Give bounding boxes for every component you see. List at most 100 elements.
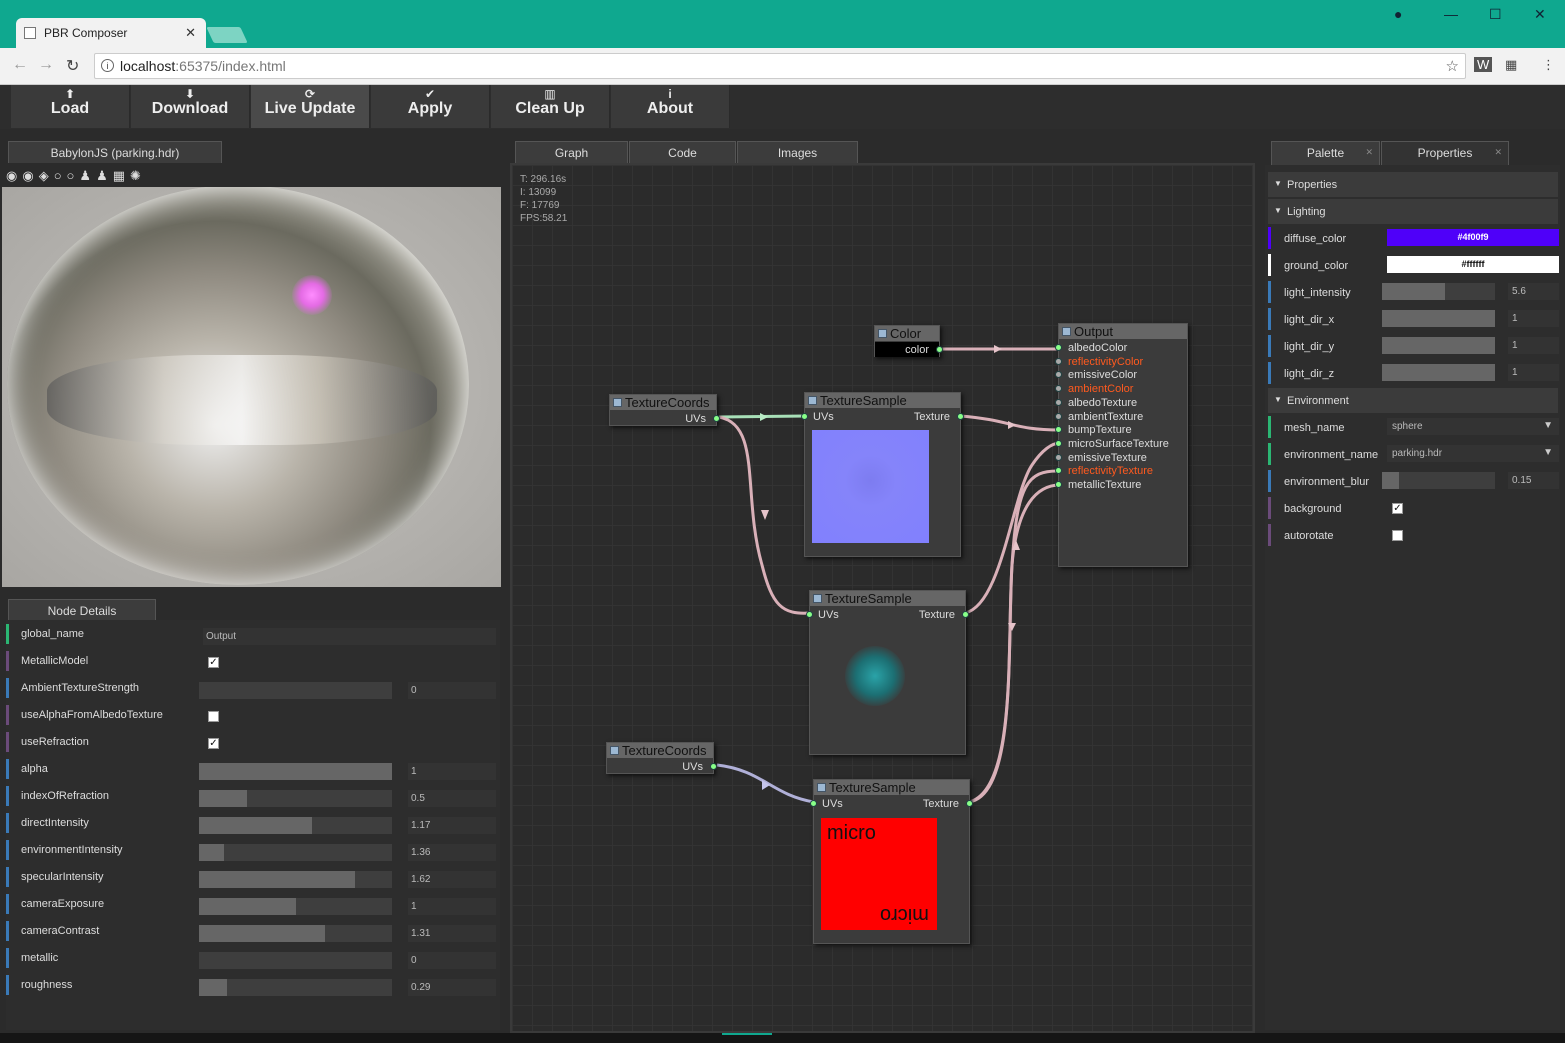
output-port-dot[interactable] bbox=[957, 413, 964, 420]
node-header[interactable]: TextureCoords bbox=[607, 743, 713, 758]
environment-name-select[interactable]: parking.hdr ▼ bbox=[1387, 445, 1559, 462]
detail-slider[interactable] bbox=[199, 871, 392, 888]
environment-blur-slider[interactable] bbox=[1382, 472, 1495, 489]
detail-slider[interactable] bbox=[199, 952, 392, 969]
node-collapse-icon[interactable] bbox=[610, 746, 619, 755]
profile-icon[interactable]: ● bbox=[1394, 6, 1402, 22]
extension-film-icon[interactable]: ▦ bbox=[1505, 57, 1517, 73]
detail-checkbox[interactable]: ✓ bbox=[208, 738, 219, 749]
node-header[interactable]: Output bbox=[1059, 324, 1187, 339]
input-port-dot[interactable] bbox=[1055, 426, 1062, 434]
node-collapse-icon[interactable] bbox=[813, 594, 822, 603]
url-input[interactable]: i localhost:65375/index.html ☆ bbox=[94, 53, 1466, 79]
input-port-dot[interactable] bbox=[1055, 412, 1062, 420]
input-port-dot[interactable] bbox=[1055, 439, 1062, 447]
tab-properties[interactable]: Properties ✕ bbox=[1381, 141, 1509, 165]
light-intensity-slider[interactable] bbox=[1382, 283, 1495, 300]
texture-sample-node-2[interactable]: TextureSample UVs Texture bbox=[806, 590, 969, 755]
section-properties[interactable]: ▼ Properties bbox=[1268, 172, 1558, 197]
detail-value[interactable]: 1 bbox=[408, 763, 496, 780]
detail-value[interactable]: 0.29 bbox=[408, 979, 496, 996]
texture-sample-node-3[interactable]: TextureSample UVs Texture micro micro bbox=[810, 779, 973, 944]
input-port-dot[interactable] bbox=[1055, 371, 1062, 379]
output-port-dot[interactable] bbox=[936, 346, 943, 353]
mesh-name-select[interactable]: sphere ▼ bbox=[1387, 418, 1559, 435]
user-icon[interactable]: ♟ bbox=[79, 168, 96, 183]
live-update-button[interactable]: ⟳ Live Update bbox=[251, 85, 370, 128]
close-palette-icon[interactable]: ✕ bbox=[1365, 147, 1373, 158]
input-port-dot[interactable] bbox=[810, 800, 817, 807]
apply-button[interactable]: ✔ Apply bbox=[371, 85, 490, 128]
tab-close-icon[interactable]: ✕ bbox=[185, 25, 196, 41]
output-port-dot[interactable] bbox=[966, 800, 973, 807]
grid-icon[interactable]: ▦ bbox=[113, 168, 130, 183]
light-dir-z-slider[interactable] bbox=[1382, 364, 1495, 381]
detail-slider[interactable] bbox=[199, 817, 392, 834]
load-button[interactable]: ⬆ Load bbox=[11, 85, 130, 128]
detail-slider[interactable] bbox=[199, 979, 392, 996]
detail-value[interactable]: 0 bbox=[408, 682, 496, 699]
detail-checkbox[interactable]: ✓ bbox=[208, 657, 219, 668]
node-collapse-icon[interactable] bbox=[817, 783, 826, 792]
clean-up-button[interactable]: ▥ Clean Up bbox=[491, 85, 610, 128]
texture-coords-node-1[interactable]: TextureCoords UVs bbox=[609, 394, 720, 426]
color-node[interactable]: Color color bbox=[874, 325, 943, 357]
background-checkbox[interactable]: ✓ bbox=[1392, 503, 1403, 514]
diffuse-color-swatch[interactable]: #4f00f9 bbox=[1387, 229, 1559, 246]
detail-value[interactable]: 0 bbox=[408, 952, 496, 969]
download-button[interactable]: ⬇ Download bbox=[131, 85, 250, 128]
node-header[interactable]: TextureCoords bbox=[610, 395, 716, 410]
spinner-icon[interactable]: ✺ bbox=[130, 168, 146, 183]
input-port-dot[interactable] bbox=[1055, 398, 1062, 406]
light-intensity-value[interactable]: 5.6 bbox=[1508, 283, 1559, 300]
output-node[interactable]: Output albedoColor reflectivityColor emiss… bbox=[1055, 323, 1188, 567]
output-port-dot[interactable] bbox=[710, 763, 717, 770]
back-icon[interactable]: ← bbox=[12, 56, 28, 74]
light-dir-x-value[interactable]: 1 bbox=[1508, 310, 1559, 327]
detail-value[interactable]: 1.31 bbox=[408, 925, 496, 942]
detail-value[interactable]: 1 bbox=[408, 898, 496, 915]
section-environment[interactable]: ▼ Environment bbox=[1268, 388, 1558, 413]
tab-graph[interactable]: Graph bbox=[515, 141, 628, 163]
input-port-dot[interactable] bbox=[806, 611, 813, 618]
detail-slider[interactable] bbox=[199, 898, 392, 915]
input-port-dot[interactable] bbox=[1055, 357, 1062, 365]
environment-blur-value[interactable]: 0.15 bbox=[1508, 472, 1559, 489]
extension-w-icon[interactable]: W bbox=[1474, 57, 1493, 72]
detail-value[interactable]: 1.17 bbox=[408, 817, 496, 834]
minimize-icon[interactable]: — bbox=[1444, 6, 1458, 22]
cube-icon[interactable]: ◈ bbox=[39, 168, 54, 183]
input-port-dot[interactable] bbox=[1055, 385, 1062, 393]
window-close-icon[interactable]: ✕ bbox=[1534, 6, 1546, 23]
light-dir-z-value[interactable]: 1 bbox=[1508, 364, 1559, 381]
tab-palette[interactable]: Palette ✕ bbox=[1271, 141, 1380, 165]
node-details-tab[interactable]: Node Details bbox=[8, 599, 156, 621]
detail-value[interactable]: 1.36 bbox=[408, 844, 496, 861]
node-header[interactable]: TextureSample bbox=[805, 393, 960, 408]
viewer-tab[interactable]: BabylonJS (parking.hdr) bbox=[8, 141, 222, 163]
about-button[interactable]: i About bbox=[611, 85, 730, 128]
node-collapse-icon[interactable] bbox=[808, 396, 817, 405]
autorotate-checkbox[interactable] bbox=[1392, 530, 1403, 541]
maximize-icon[interactable]: ☐ bbox=[1489, 6, 1502, 23]
tab-images[interactable]: Images bbox=[737, 141, 858, 163]
input-port-dot[interactable] bbox=[1055, 344, 1062, 351]
node-header[interactable]: TextureSample bbox=[810, 591, 965, 606]
section-lighting[interactable]: ▼ Lighting bbox=[1268, 199, 1558, 224]
close-properties-icon[interactable]: ✕ bbox=[1494, 147, 1502, 158]
detail-value[interactable]: 1.62 bbox=[408, 871, 496, 888]
node-collapse-icon[interactable] bbox=[1062, 327, 1071, 336]
globe-alt-icon[interactable]: ◉ bbox=[22, 168, 38, 183]
browser-tab[interactable]: PBR Composer ✕ bbox=[16, 18, 206, 48]
input-port-dot[interactable] bbox=[1055, 481, 1062, 488]
detail-slider[interactable] bbox=[199, 763, 392, 780]
light-dir-x-slider[interactable] bbox=[1382, 310, 1495, 327]
texture-sample-node-1[interactable]: TextureSample UVs Texture bbox=[801, 392, 964, 557]
tab-code[interactable]: Code bbox=[629, 141, 736, 163]
ground-color-swatch[interactable]: #ffffff bbox=[1387, 256, 1559, 273]
reload-icon[interactable]: ↻ bbox=[66, 56, 79, 76]
user-alt-icon[interactable]: ♟ bbox=[96, 168, 113, 183]
node-collapse-icon[interactable] bbox=[878, 329, 887, 338]
node-collapse-icon[interactable] bbox=[613, 398, 622, 407]
detail-slider[interactable] bbox=[199, 925, 392, 942]
